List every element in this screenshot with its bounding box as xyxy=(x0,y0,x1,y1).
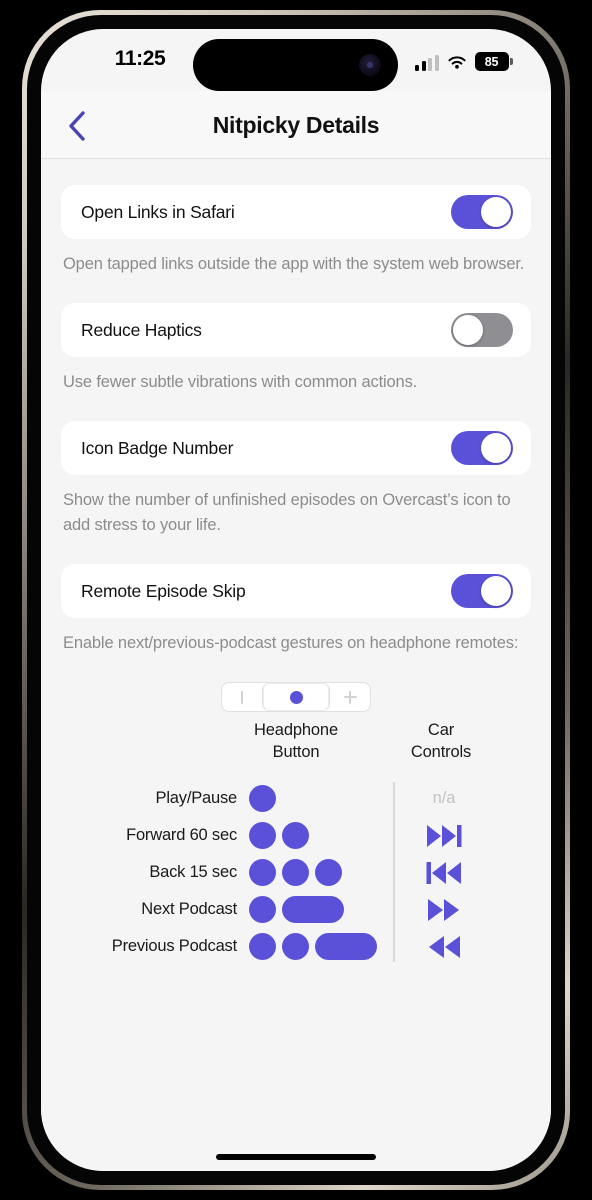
gesture-taps xyxy=(249,933,389,961)
toggle-reduce-haptics[interactable] xyxy=(451,313,513,348)
car-control: n/a xyxy=(389,789,499,808)
toggle-knob xyxy=(453,315,483,346)
home-indicator[interactable] xyxy=(216,1154,376,1160)
content-top-spacer xyxy=(41,159,551,185)
status-bar-time: 11:25 xyxy=(114,47,166,70)
setting-label: Icon Badge Number xyxy=(81,437,234,458)
navigation-bar: Nitpicky Details xyxy=(41,91,551,159)
setting-row-icon-badge-number[interactable]: Icon Badge Number xyxy=(61,421,531,476)
center-button-dot-icon xyxy=(289,690,303,704)
minus-icon xyxy=(241,690,243,704)
battery-icon: 85 xyxy=(474,52,513,71)
toggle-knob xyxy=(481,576,511,607)
tap-dot-icon xyxy=(249,859,276,887)
fast-forward-icon xyxy=(428,898,459,921)
wifi-icon xyxy=(447,56,466,69)
gesture-taps xyxy=(249,822,389,850)
setting-label: Remote Episode Skip xyxy=(81,580,246,601)
toggle-icon-badge-number[interactable] xyxy=(451,431,513,466)
phone-screen: 11:25 85 Nitpicky Details Open Links in … xyxy=(41,29,551,1171)
page-title: Nitpicky Details xyxy=(212,111,380,138)
battery-level-label: 85 xyxy=(484,54,499,69)
setting-label: Reduce Haptics xyxy=(81,319,202,340)
gesture-table-headers: Headphone Button Car Controls xyxy=(41,720,551,772)
phone-body: 11:25 85 Nitpicky Details Open Links in … xyxy=(27,15,565,1185)
plus-icon xyxy=(343,690,357,704)
tap-dot-icon xyxy=(282,859,309,887)
remote-volume-down-button[interactable] xyxy=(222,683,262,711)
tap-dot-icon xyxy=(282,822,309,850)
setting-description: Show the number of unfinished episodes o… xyxy=(63,491,511,535)
setting-description: Use fewer subtle vibrations with common … xyxy=(63,373,418,392)
column-header-headphone-button: Headphone Button xyxy=(226,720,366,763)
table-row: Forward 60 sec xyxy=(41,817,551,854)
phone-frame: 11:25 85 Nitpicky Details Open Links in … xyxy=(22,10,570,1190)
gesture-label: Previous Podcast xyxy=(111,937,237,956)
tap-hold-icon xyxy=(282,896,344,924)
car-control xyxy=(389,823,499,849)
gesture-taps xyxy=(249,896,389,924)
toggle-knob xyxy=(481,197,511,227)
toggle-open-links-in-safari[interactable] xyxy=(451,195,513,229)
gesture-label: Back 15 sec xyxy=(149,863,237,882)
car-control xyxy=(389,860,499,886)
gesture-taps xyxy=(249,859,389,887)
column-header-line1: Headphone xyxy=(254,721,338,740)
status-bar-indicators: 85 xyxy=(415,49,513,71)
setting-row-open-links-in-safari[interactable]: Open Links in Safari xyxy=(61,185,531,239)
front-camera-icon xyxy=(359,54,381,76)
gesture-label: Play/Pause xyxy=(155,789,238,808)
setting-row-remote-episode-skip[interactable]: Remote Episode Skip xyxy=(61,564,531,619)
tap-hold-icon xyxy=(315,933,377,961)
table-row: Back 15 sec xyxy=(41,854,551,891)
tap-dot-icon xyxy=(249,896,276,924)
column-header-line2: Button xyxy=(272,742,320,761)
setting-description: Open tapped links outside the app with t… xyxy=(63,255,525,273)
remote-center-button[interactable] xyxy=(262,683,330,712)
car-control xyxy=(389,897,499,923)
tap-dot-icon xyxy=(315,859,342,887)
tap-dot-icon xyxy=(249,933,276,961)
column-header-line1: Car xyxy=(427,721,455,740)
setting-row-reduce-haptics[interactable]: Reduce Haptics xyxy=(61,303,531,358)
status-bar: 11:25 85 xyxy=(41,29,551,91)
remote-volume-up-button[interactable] xyxy=(330,683,370,711)
table-row: Next Podcast xyxy=(41,891,551,928)
car-control xyxy=(389,934,499,960)
tap-dot-icon xyxy=(282,933,309,961)
battery-body: 85 xyxy=(474,52,509,71)
column-divider xyxy=(393,782,395,963)
battery-nub xyxy=(510,58,513,65)
setting-description: Enable next/previous-podcast gestures on… xyxy=(63,634,519,653)
skip-backward-icon xyxy=(426,861,461,884)
settings-content: Open Links in Safari Open tapped links o… xyxy=(41,159,551,1171)
rewind-icon xyxy=(429,935,460,958)
car-control-na-label: n/a xyxy=(432,789,456,808)
skip-forward-icon xyxy=(427,824,462,847)
column-header-car-controls: Car Controls xyxy=(381,720,501,763)
column-header-line2: Controls xyxy=(410,742,472,761)
tap-dot-icon xyxy=(249,785,276,813)
toggle-remote-episode-skip[interactable] xyxy=(451,574,513,609)
tap-dot-icon xyxy=(249,822,276,850)
headphone-remote-widget xyxy=(221,682,371,713)
dynamic-island xyxy=(193,39,398,91)
gesture-table: Play/Pause n/a Forward 60 sec Back 15 se… xyxy=(41,780,551,965)
gesture-taps xyxy=(249,785,389,813)
gesture-label: Forward 60 sec xyxy=(126,826,237,845)
setting-label: Open Links in Safari xyxy=(81,201,235,222)
table-row: Previous Podcast xyxy=(41,928,551,965)
cellular-bars-icon xyxy=(415,55,439,71)
table-row: Play/Pause n/a xyxy=(41,780,551,817)
toggle-knob xyxy=(481,433,511,464)
gesture-label: Next Podcast xyxy=(141,900,237,919)
